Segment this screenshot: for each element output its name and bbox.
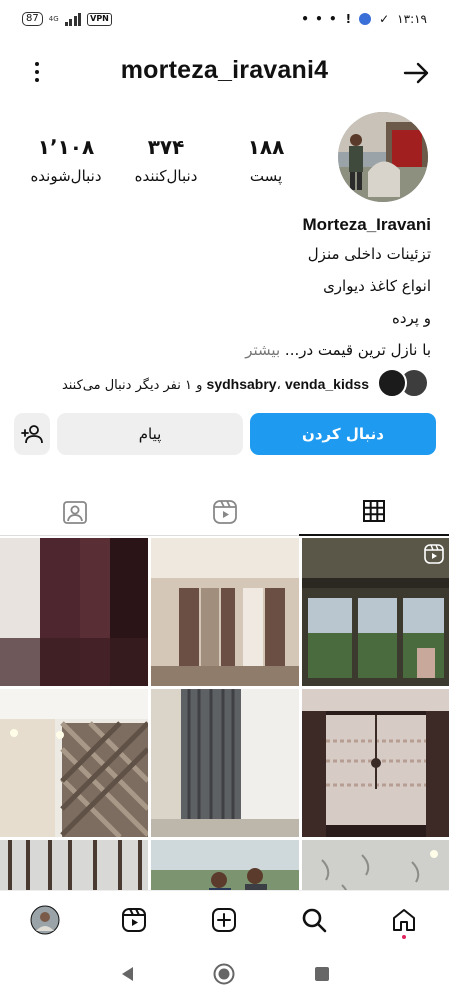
mutual-suffix: و ۱ نفر دیگر دنبال می‌کنند xyxy=(61,377,203,393)
app-notification-icon xyxy=(359,13,372,25)
post-thumbnail[interactable] xyxy=(302,689,449,837)
system-navigation xyxy=(0,948,449,1000)
post-thumbnail[interactable] xyxy=(151,689,299,837)
post-thumbnail[interactable] xyxy=(0,538,148,686)
post-thumbnail[interactable] xyxy=(0,689,148,837)
signal-icon xyxy=(64,12,82,26)
nav-search[interactable] xyxy=(294,903,334,937)
bio-more-link[interactable]: بیشتر xyxy=(245,341,280,359)
tab-tagged[interactable] xyxy=(0,488,150,536)
posts-count: ۱۸۸ xyxy=(247,135,285,159)
nav-profile[interactable] xyxy=(25,903,65,937)
back-arrow-icon[interactable] xyxy=(401,58,431,88)
system-home-button[interactable] xyxy=(212,962,236,986)
posts-label: پست xyxy=(249,167,283,185)
mutual-user-1: sydhsabry xyxy=(206,375,277,392)
post-thumbnail[interactable] xyxy=(302,538,449,686)
alert-icon: ! xyxy=(345,12,352,26)
following-count: ۱٬۱۰۸ xyxy=(37,135,95,159)
followers-count: ۳۷۴ xyxy=(147,135,185,159)
follow-button[interactable]: دنبال کردن xyxy=(250,413,436,455)
bio-line-2: انواع کاغذ دیواری xyxy=(323,277,431,295)
status-bar: 87 4G VPN • • • ! ✓ ۱۳:۱۹ xyxy=(0,0,449,40)
grid-icon xyxy=(363,500,385,522)
clock: ۱۳:۱۹ xyxy=(397,12,427,26)
nav-create[interactable] xyxy=(204,903,244,937)
network-type: 4G xyxy=(48,14,59,23)
reel-badge-icon xyxy=(424,544,444,564)
bottom-navigation xyxy=(0,890,449,948)
profile-tabs xyxy=(0,488,449,536)
post-thumbnail[interactable] xyxy=(151,840,299,890)
status-right: • • • ! ✓ ۱۳:۱۹ xyxy=(301,12,427,26)
posts-stat[interactable]: ۱۸۸ پست xyxy=(211,132,321,190)
check-icon: ✓ xyxy=(379,12,390,26)
mutual-avatar-2 xyxy=(377,368,407,398)
profile-stats: ۱۸۸ پست ۳۷۴ دنبال‌کننده ۱٬۱۰۸ دنبال‌شوند… xyxy=(0,132,330,202)
tab-grid[interactable] xyxy=(299,488,449,536)
mutual-followers[interactable]: sydhsabry، venda_kidss و ۱ نفر دیگر دنبا… xyxy=(11,366,431,402)
tab-reels[interactable] xyxy=(150,488,300,536)
post-thumbnail[interactable] xyxy=(0,840,148,890)
reels-icon xyxy=(122,908,146,932)
profile-header: morteza_iravani4 xyxy=(0,52,449,92)
bio-line-4-text: با نازل ترین قیمت در... xyxy=(284,341,431,359)
bio-line-3: و پرده xyxy=(391,309,431,327)
notification-dot xyxy=(402,935,406,939)
nav-home[interactable] xyxy=(384,903,424,937)
display-name: Morteza_Iravani xyxy=(302,215,432,234)
mutual-separator: ، xyxy=(276,377,281,393)
nav-reels[interactable] xyxy=(114,903,154,937)
profile-username: morteza_iravani4 xyxy=(120,56,329,84)
add-person-icon xyxy=(21,425,43,444)
tagged-person-icon xyxy=(63,501,87,524)
home-icon xyxy=(393,909,415,931)
create-icon xyxy=(212,908,236,932)
reels-icon xyxy=(213,500,237,524)
bio-line-4: با نازل ترین قیمت در... بیشتر xyxy=(11,334,431,366)
bio-line-1: تزئینات داخلی منزل xyxy=(307,245,431,263)
following-stat[interactable]: ۱٬۱۰۸ دنبال‌شونده xyxy=(11,132,121,190)
search-icon xyxy=(302,908,327,933)
more-notifications-icon: • • • xyxy=(301,12,338,26)
followers-stat[interactable]: ۳۷۴ دنبال‌کننده xyxy=(111,132,221,190)
post-thumbnail[interactable] xyxy=(302,840,449,890)
followers-label: دنبال‌کننده xyxy=(134,167,198,185)
mutual-avatars xyxy=(377,368,431,400)
back-icon xyxy=(122,967,133,981)
posts-grid xyxy=(0,538,449,890)
system-recents-button[interactable] xyxy=(310,962,334,986)
following-label: دنبال‌شونده xyxy=(30,167,102,185)
status-left: 87 4G VPN xyxy=(22,12,112,26)
suggest-user-button[interactable] xyxy=(14,413,50,455)
home-circle-icon xyxy=(213,963,235,985)
mutual-user-2: venda_kidss xyxy=(284,375,369,392)
profile-bio: Morteza_Iravani تزئینات داخلی منزل انواع… xyxy=(11,212,431,366)
profile-avatar[interactable] xyxy=(338,112,428,202)
mutual-followers-text: sydhsabry، venda_kidss و ۱ نفر دیگر دنبا… xyxy=(62,376,369,393)
message-button[interactable]: پیام xyxy=(57,413,243,455)
post-thumbnail[interactable] xyxy=(151,538,299,686)
vpn-badge: VPN xyxy=(87,12,112,26)
battery-indicator: 87 xyxy=(22,12,43,26)
system-back-button[interactable] xyxy=(116,962,140,986)
profile-avatar-icon xyxy=(30,905,60,935)
recents-icon xyxy=(315,967,329,981)
